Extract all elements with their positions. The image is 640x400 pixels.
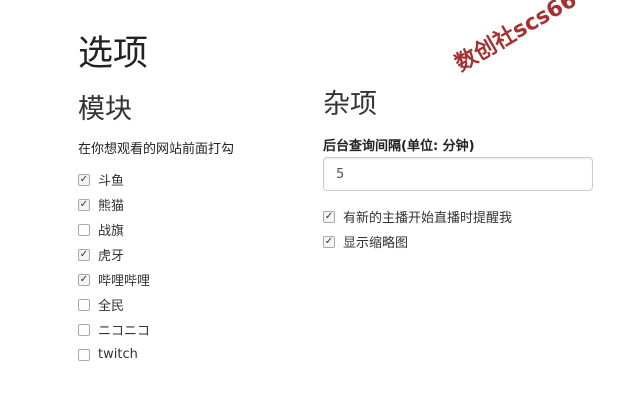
site-checkbox-huya[interactable]: ✓ [78, 248, 90, 261]
site-item-douyu[interactable]: ✓ 斗鱼 [78, 167, 150, 192]
page-title: 选项 [78, 34, 149, 74]
site-item-panda[interactable]: ✓ 熊猫 [78, 192, 150, 217]
site-label-zhanqi[interactable]: 战旗 [98, 220, 124, 239]
site-checkbox-panda[interactable]: ✓ [78, 198, 90, 211]
option-label-notify[interactable]: 有新的主播开始直播时提醒我 [343, 207, 512, 226]
site-checkbox-zhanqi[interactable] [78, 223, 90, 236]
option-item-thumbnail[interactable]: ✓ 显示缩略图 [323, 229, 512, 254]
site-item-twitch[interactable]: twitch [78, 342, 150, 367]
site-checkbox-douyu[interactable]: ✓ [78, 173, 90, 186]
site-item-quanmin[interactable]: 全民 [78, 292, 150, 317]
site-checkbox-quanmin[interactable] [78, 298, 90, 311]
interval-label: 后台查询间隔(单位: 分钟) [323, 139, 475, 154]
option-checkbox-notify[interactable]: ✓ [323, 210, 335, 223]
site-label-niconico[interactable]: ニコニコ [98, 320, 150, 339]
site-item-niconico[interactable]: ニコニコ [78, 317, 150, 342]
site-item-huya[interactable]: ✓ 虎牙 [78, 242, 150, 267]
site-item-bilibili[interactable]: ✓ 哔哩哔哩 [78, 267, 150, 292]
modules-section-title: 模块 [78, 94, 132, 125]
interval-input[interactable] [323, 157, 593, 191]
site-checkbox-twitch[interactable] [78, 348, 90, 361]
option-item-notify[interactable]: ✓ 有新的主播开始直播时提醒我 [323, 204, 512, 229]
site-label-bilibili[interactable]: 哔哩哔哩 [98, 270, 150, 289]
misc-section-title: 杂项 [323, 89, 377, 120]
site-list: ✓ 斗鱼 ✓ 熊猫 战旗 ✓ 虎牙 ✓ 哔哩哔哩 全民 ニコニコ twitch [78, 167, 150, 367]
option-label-thumbnail[interactable]: 显示缩略图 [343, 232, 408, 251]
misc-option-list: ✓ 有新的主播开始直播时提醒我 ✓ 显示缩略图 [323, 204, 512, 254]
site-label-douyu[interactable]: 斗鱼 [98, 170, 124, 189]
site-checkbox-bilibili[interactable]: ✓ [78, 273, 90, 286]
option-checkbox-thumbnail[interactable]: ✓ [323, 235, 335, 248]
site-label-huya[interactable]: 虎牙 [98, 245, 124, 264]
site-label-panda[interactable]: 熊猫 [98, 195, 124, 214]
site-item-zhanqi[interactable]: 战旗 [78, 217, 150, 242]
modules-hint: 在你想观看的网站前面打勾 [78, 142, 235, 157]
site-checkbox-niconico[interactable] [78, 323, 90, 336]
site-label-twitch[interactable]: twitch [98, 347, 138, 362]
watermark: 数创社scs66 [451, 0, 582, 77]
site-label-quanmin[interactable]: 全民 [98, 295, 124, 314]
options-page: 选项 模块 在你想观看的网站前面打勾 ✓ 斗鱼 ✓ 熊猫 战旗 ✓ 虎牙 ✓ 哔… [0, 0, 640, 400]
